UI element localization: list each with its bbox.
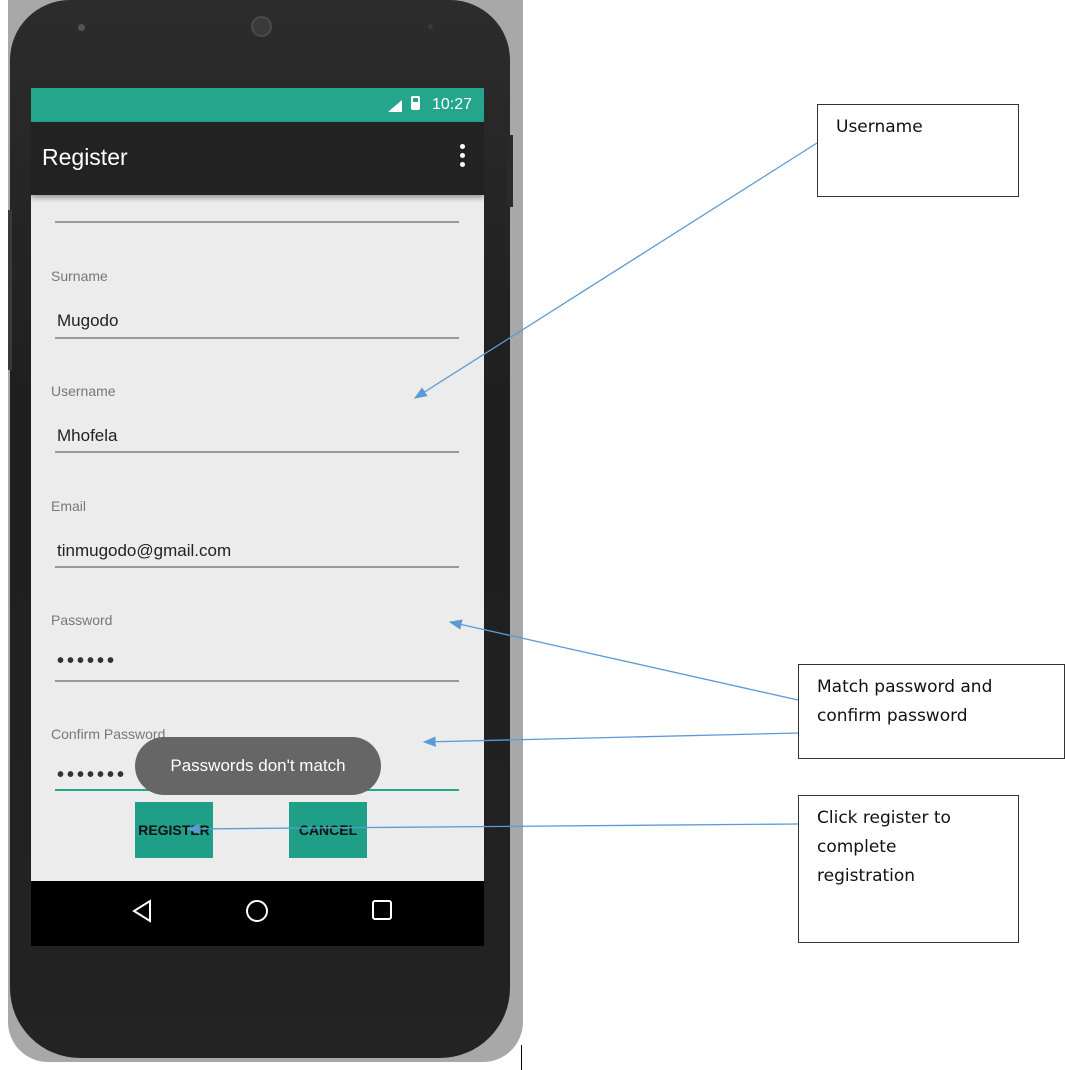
register-arrow: [186, 823, 799, 835]
username-arrow: [413, 142, 818, 399]
password-arrow: [448, 619, 799, 701]
confirm-password-arrow: [422, 732, 799, 747]
annotation-arrows: [186, 142, 818, 835]
divider-mark: [521, 1045, 522, 1070]
